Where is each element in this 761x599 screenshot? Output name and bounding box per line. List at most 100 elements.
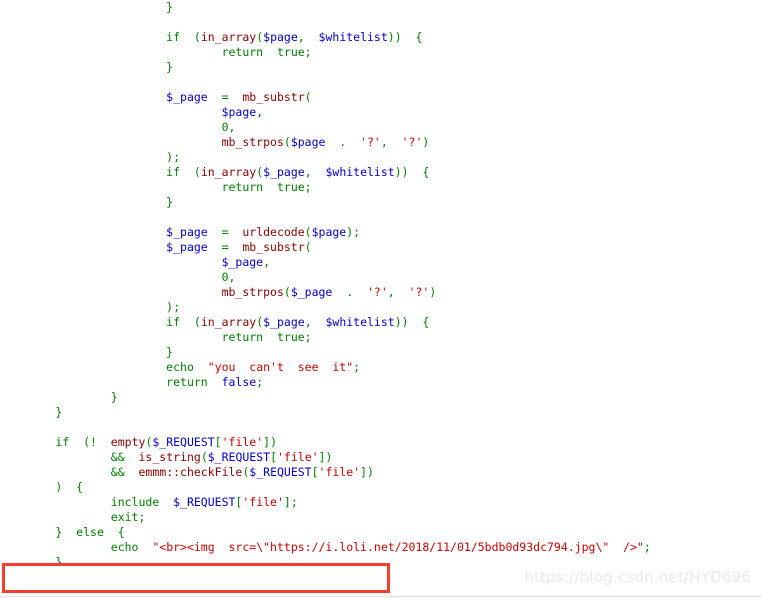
code-viewer[interactable]: } if (in_array($page, $whitelist)) { ret… xyxy=(0,0,761,569)
code-token: $page xyxy=(290,135,326,149)
code-line: if (in_array($page, $whitelist)) { xyxy=(0,30,761,45)
code-token: 0, xyxy=(221,270,236,284)
code-token: urldecode xyxy=(242,225,305,239)
code-token: ( xyxy=(180,30,201,44)
code-token: ) xyxy=(422,135,430,149)
code-line: 0, xyxy=(0,270,761,285)
code-line: if (in_array($_page, $whitelist)) { xyxy=(0,165,761,180)
code-token: ( xyxy=(304,225,312,239)
code-line: 0, xyxy=(0,120,761,135)
code-token: . xyxy=(332,285,367,299)
code-token: mb_strpos xyxy=(221,135,284,149)
code-token: true xyxy=(276,330,305,344)
code-token: ); xyxy=(166,150,181,164)
code-token: $_page xyxy=(221,255,264,269)
code-token: emmm::checkFile xyxy=(138,465,243,479)
code-token: include xyxy=(110,495,160,509)
code-token: true xyxy=(276,45,305,59)
code-token: 'file' xyxy=(221,435,264,449)
code-token: else xyxy=(76,525,104,539)
code-token: if xyxy=(166,30,181,44)
code-token: '?' xyxy=(401,135,423,149)
code-token: $whitelist xyxy=(318,30,388,44)
code-line: } xyxy=(0,345,761,360)
code-token: ; xyxy=(304,180,312,194)
code-token: ; xyxy=(304,330,312,344)
code-token: [ xyxy=(270,450,277,464)
code-token: ( xyxy=(304,90,312,104)
flag-text: ?> flag{25e7bce6005c4e0c983fb97297ac6e5a… xyxy=(2,567,388,591)
code-token: "you can't see it" xyxy=(207,360,354,374)
code-token: empty xyxy=(110,435,146,449)
code-token: if xyxy=(55,435,70,449)
code-token: in_array xyxy=(200,165,257,179)
code-token: . xyxy=(325,135,361,149)
code-line: } xyxy=(0,195,761,210)
code-token: } xyxy=(55,405,63,419)
code-token: ; xyxy=(256,375,264,389)
code-line: if (in_array($_page, $whitelist)) { xyxy=(0,315,761,330)
code-token: ( xyxy=(304,240,312,254)
bottom-divider xyxy=(0,596,761,597)
code-line: ); xyxy=(0,150,761,165)
code-token: mb_substr xyxy=(242,90,305,104)
code-line: if (! empty($_REQUEST['file']) xyxy=(0,435,761,450)
code-token: } xyxy=(55,525,77,539)
code-token: is_string xyxy=(138,450,201,464)
code-token: ]) xyxy=(318,450,333,464)
code-token: return xyxy=(221,330,264,344)
code-token: ( xyxy=(283,285,291,299)
code-token: exit xyxy=(110,510,139,524)
code-token: , xyxy=(380,135,402,149)
code-token: , xyxy=(304,315,326,329)
code-token: [ xyxy=(214,435,222,449)
code-line: return false; xyxy=(0,375,761,390)
code-token: ]; xyxy=(283,495,298,509)
code-token: ; xyxy=(643,540,651,554)
code-token: false xyxy=(221,375,257,389)
code-line: $page, xyxy=(0,105,761,120)
code-line: mb_strpos($_page . '?', '?') xyxy=(0,285,761,300)
code-token: echo xyxy=(166,360,194,374)
code-line: $_page = mb_substr( xyxy=(0,240,761,255)
code-token: mb_strpos xyxy=(221,285,284,299)
code-line: ) { xyxy=(0,480,761,495)
code-token: ); xyxy=(346,225,361,239)
code-token: )) { xyxy=(394,165,430,179)
code-token: } xyxy=(166,345,174,359)
code-token: , xyxy=(263,255,271,269)
code-line: exit; xyxy=(0,510,761,525)
code-token: '?' xyxy=(408,285,430,299)
code-line: include $_REQUEST['file']; xyxy=(0,495,761,510)
code-token: $page xyxy=(311,225,347,239)
code-line: return true; xyxy=(0,180,761,195)
code-token: , xyxy=(387,285,409,299)
code-token: = xyxy=(207,240,243,254)
code-token: echo xyxy=(110,540,139,554)
code-token: $_page xyxy=(166,90,208,104)
code-token: $page xyxy=(263,30,298,44)
code-line: return true; xyxy=(0,45,761,60)
code-token: = xyxy=(207,225,243,239)
